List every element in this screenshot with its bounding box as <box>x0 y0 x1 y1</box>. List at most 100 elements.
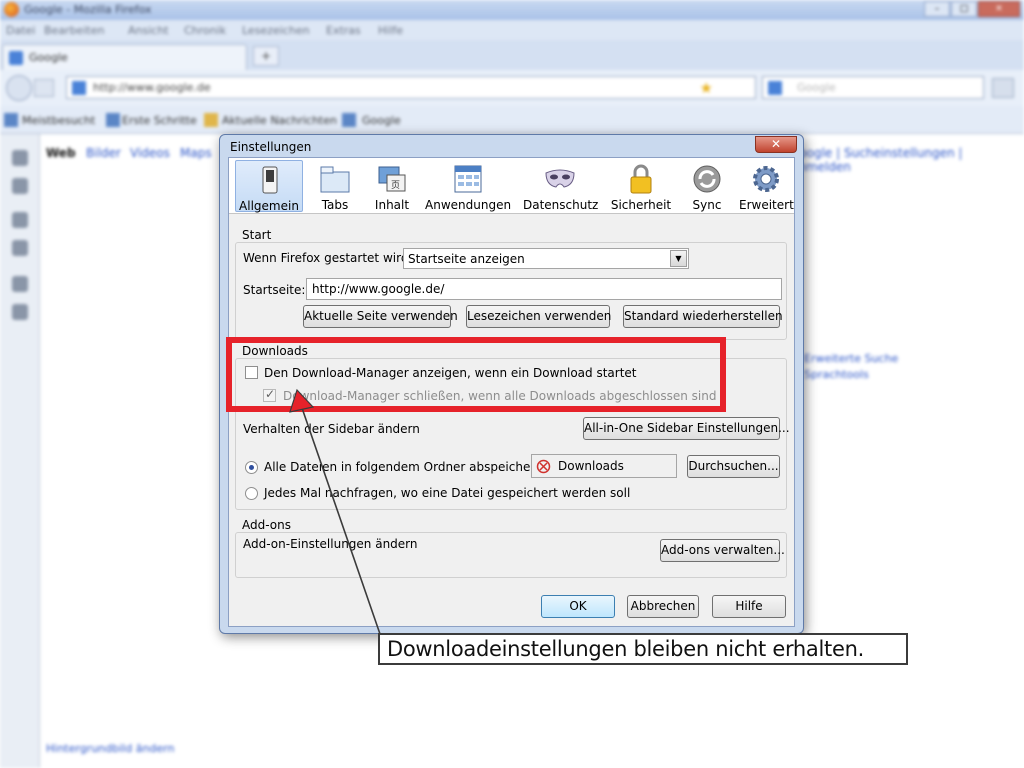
search-engine-icon <box>768 81 782 95</box>
rss-feed-icon <box>204 113 218 127</box>
sidebar-tools-icon[interactable] <box>12 304 28 320</box>
restore-default-button[interactable]: Standard wiederherstellen <box>623 305 783 328</box>
chevron-down-icon: ▼ <box>670 250 687 267</box>
back-button[interactable] <box>6 75 32 101</box>
aio-sidebar-settings-button[interactable]: All-in-One Sidebar Einstellungen... <box>583 417 790 440</box>
svg-text:页: 页 <box>391 180 400 191</box>
tab-google[interactable]: Google <box>2 44 247 70</box>
pane-label: Allgemein <box>239 199 299 213</box>
start-group-label: Start <box>240 228 274 242</box>
menu-bar: Datei Bearbeiten Ansicht Chronik Lesezei… <box>0 20 1024 40</box>
pane-label: Erweitert <box>739 198 794 212</box>
applications-icon <box>454 165 482 193</box>
bookmark-page-icon <box>106 113 120 127</box>
bookmarks-toolbar: Meistbesucht Erste Schritte Aktuelle Nac… <box>0 106 1024 134</box>
annotation-callout-text: Downloadeinstellungen bleiben nicht erha… <box>387 637 864 661</box>
pane-allgemein[interactable]: Allgemein <box>235 160 303 213</box>
pane-label: Datenschutz <box>523 198 599 212</box>
url-text: http://www.google.de <box>93 81 211 94</box>
change-background-link[interactable]: Hintergrundbild ändern <box>46 742 174 755</box>
addons-settings-label: Add-on-Einstellungen ändern <box>243 537 418 551</box>
highlight-box <box>226 337 726 412</box>
pane-datenschutz[interactable]: Datenschutz <box>523 160 599 212</box>
use-bookmark-button[interactable]: Lesezeichen verwenden <box>466 305 611 328</box>
homepage-input-value: http://www.google.de/ <box>312 282 445 296</box>
google-link-videos[interactable]: Videos <box>130 146 170 160</box>
menu-edit[interactable]: Bearbeiten <box>44 24 104 37</box>
home-button[interactable] <box>992 78 1014 98</box>
url-bar[interactable]: http://www.google.de ★ <box>66 76 756 99</box>
pane-sync[interactable]: Sync <box>685 160 729 212</box>
help-button[interactable]: Hilfe <box>712 595 786 618</box>
google-link-maps[interactable]: Maps <box>180 146 212 160</box>
firefox-logo-icon <box>4 2 19 17</box>
privacy-mask-icon <box>545 169 575 188</box>
new-tab-button[interactable]: + <box>253 46 279 66</box>
save-to-folder-label: Alle Dateien in folgendem Ordner abspeic… <box>264 460 547 474</box>
sidebar-downloads-icon[interactable] <box>12 212 28 228</box>
sidebar-addons-icon[interactable] <box>12 240 28 256</box>
google-favicon-icon <box>9 51 23 65</box>
dialog-title: Einstellungen <box>230 140 312 154</box>
sidebar-page-info-icon[interactable] <box>12 276 28 292</box>
pane-label: Sync <box>692 198 722 212</box>
menu-file[interactable]: Datei <box>6 24 35 37</box>
menu-tools[interactable]: Extras <box>326 24 361 37</box>
pane-sicherheit[interactable]: Sicherheit <box>609 160 673 212</box>
menu-help[interactable]: Hilfe <box>378 24 403 37</box>
gear-icon <box>753 166 779 192</box>
menu-view[interactable]: Ansicht <box>128 24 169 37</box>
startup-select-value: Startseite anzeigen <box>408 252 525 266</box>
cancel-button[interactable]: Abbrechen <box>627 595 699 618</box>
pane-inhalt[interactable]: 页 Inhalt <box>369 160 415 212</box>
dialog-close-button[interactable]: ✕ <box>755 136 797 153</box>
pane-tabs[interactable]: Tabs <box>313 160 357 212</box>
search-bar[interactable]: Google <box>762 76 984 99</box>
sidebar-bookmarks-icon[interactable] <box>12 150 28 166</box>
tab-strip: Google <box>0 40 1024 70</box>
google-link-web[interactable]: Web <box>46 146 76 160</box>
download-folder-value: Downloads <box>558 459 624 473</box>
ask-every-time-label: Jedes Mal nachfragen, wo eine Datei gesp… <box>264 486 631 500</box>
pane-label: Anwendungen <box>425 198 512 212</box>
bookmark-most-visited[interactable]: Meistbesucht <box>22 114 95 127</box>
google-link-images[interactable]: Bilder <box>86 146 121 160</box>
advanced-search-link[interactable]: Erweiterte Suche <box>804 352 898 365</box>
language-tools-link[interactable]: Sprachtools <box>804 368 869 381</box>
switch-icon <box>262 166 278 194</box>
menu-bookmarks[interactable]: Lesezeichen <box>242 24 310 37</box>
tabs-icon <box>320 166 350 193</box>
google-top-right-links[interactable]: Google | Sucheinstellungen | Anmelden <box>790 146 1024 174</box>
download-folder-field[interactable]: Downloads <box>531 454 677 478</box>
pane-anwendungen[interactable]: Anwendungen <box>425 160 511 212</box>
bookmark-first-steps[interactable]: Erste Schritte <box>122 114 197 127</box>
bookmark-star-icon[interactable]: ★ <box>700 79 713 97</box>
menu-history[interactable]: Chronik <box>184 24 226 37</box>
bookmark-news[interactable]: Aktuelle Nachrichten <box>222 114 337 127</box>
site-favicon-icon <box>72 81 86 95</box>
minimize-button[interactable]: – <box>924 1 950 17</box>
sidebar-strip <box>0 134 40 768</box>
ok-button[interactable]: OK <box>541 595 615 618</box>
save-to-folder-radio[interactable] <box>245 461 258 474</box>
pane-erweitert[interactable]: Erweitert <box>739 160 794 212</box>
sidebar-behavior-label: Verhalten der Sidebar ändern <box>243 422 420 436</box>
window-close-button[interactable]: ✕ <box>978 1 1020 17</box>
maximize-button[interactable]: □ <box>951 1 977 17</box>
sync-icon <box>693 165 721 193</box>
sidebar-history-icon[interactable] <box>12 178 28 194</box>
navigation-toolbar: http://www.google.de ★ Google <box>0 70 1024 106</box>
use-current-page-button[interactable]: Aktuelle Seite verwenden <box>303 305 458 328</box>
addons-group-label: Add-ons <box>240 518 293 532</box>
homepage-input[interactable]: http://www.google.de/ <box>306 278 782 300</box>
ask-every-time-radio[interactable] <box>245 487 258 500</box>
startup-select[interactable]: Startseite anzeigen ▼ <box>403 248 689 269</box>
manage-addons-button[interactable]: Add-ons verwalten... <box>660 539 785 562</box>
bookmark-folder-icon <box>4 113 18 127</box>
forward-button[interactable] <box>34 79 54 97</box>
window-titlebar: Google - Mozilla Firefox – □ ✕ <box>0 0 1024 20</box>
annotation-callout: Downloadeinstellungen bleiben nicht erha… <box>378 633 908 665</box>
pane-label: Inhalt <box>374 198 410 212</box>
bookmark-google[interactable]: Google <box>362 114 401 127</box>
browse-button[interactable]: Durchsuchen... <box>687 455 780 478</box>
